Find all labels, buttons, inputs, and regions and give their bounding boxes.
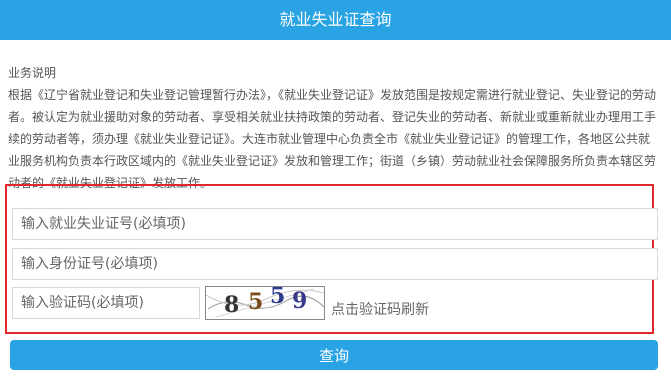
captcha-graphic: 8 5 5 9 [205, 283, 325, 318]
query-button[interactable]: 查询 [10, 340, 658, 370]
captcha-refresh-link[interactable]: 点击验证码刷新 [331, 299, 429, 319]
svg-text:5: 5 [270, 287, 285, 309]
id-number-input[interactable] [12, 248, 658, 280]
svg-text:9: 9 [292, 288, 307, 314]
description-title: 业务说明 [8, 66, 57, 80]
certificate-number-input[interactable] [12, 208, 658, 240]
page-header: 就业失业证查询 [0, 0, 671, 40]
svg-text:5: 5 [248, 289, 263, 315]
captcha-image[interactable]: 8 5 5 9 [205, 283, 325, 320]
page-title: 就业失业证查询 [279, 10, 392, 29]
svg-text:8: 8 [224, 292, 239, 318]
captcha-input[interactable] [12, 287, 200, 319]
description-text: 根据《辽宁省就业登记和失业登记管理暂行办法》，《就业失业登记证》发放范围是按规定… [8, 88, 657, 190]
